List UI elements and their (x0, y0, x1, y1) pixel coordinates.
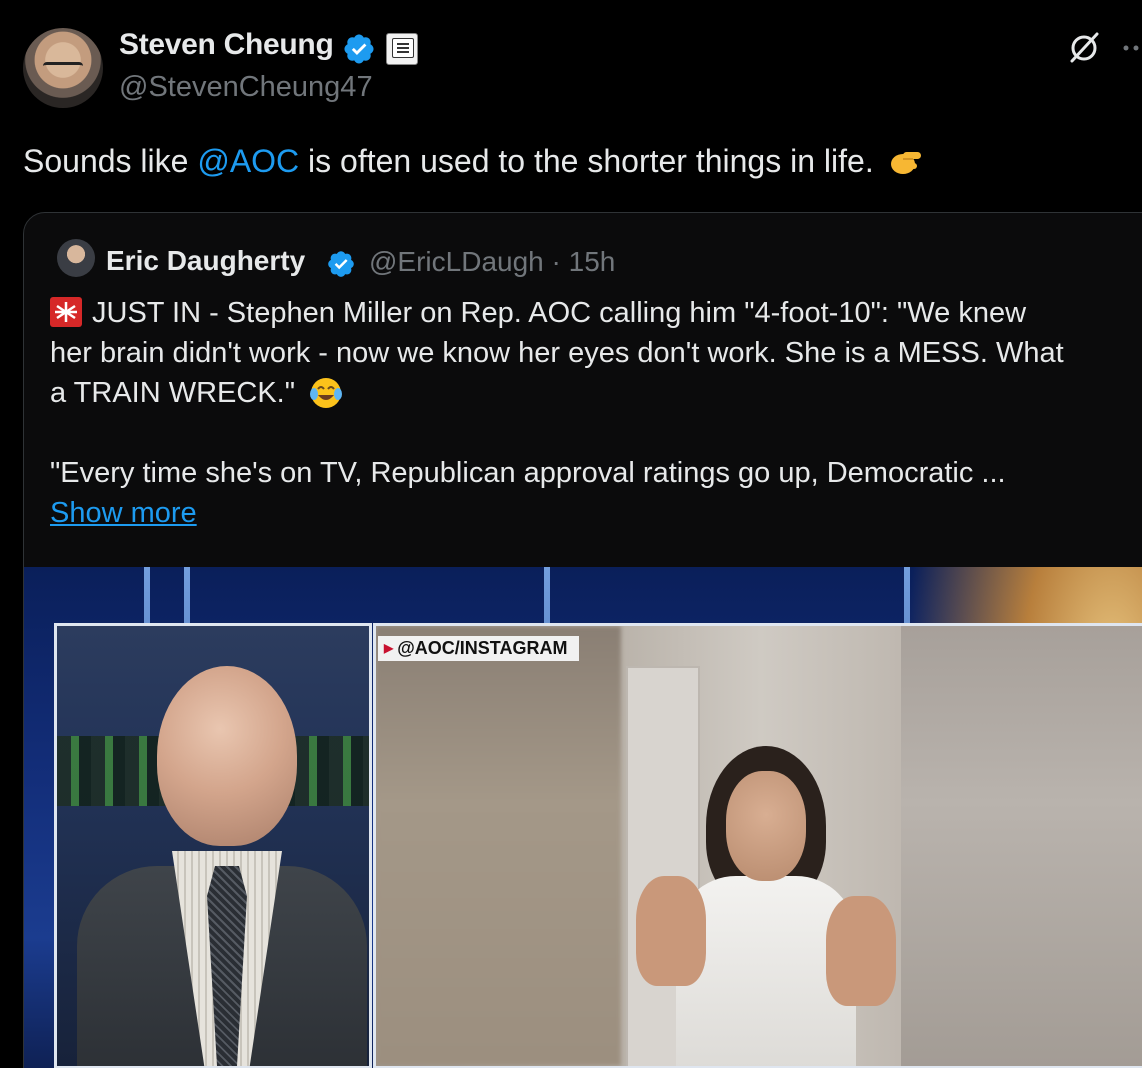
seal-icon (392, 38, 414, 58)
video-panel-right: ▶ @AOC/INSTAGRAM (373, 623, 1142, 1068)
meta-separator: · (551, 246, 561, 277)
show-more-link[interactable]: Show more (50, 497, 197, 529)
show-more-row: Show more (50, 493, 1130, 533)
tweet-text-before: Sounds like (23, 143, 198, 179)
speaker-head (157, 666, 297, 846)
quoted-video-media[interactable]: ▶ @AOC/INSTAGRAM (24, 567, 1142, 1068)
quoted-timestamp[interactable]: 15h (569, 246, 616, 277)
pinching-hand-icon (890, 152, 921, 174)
face (726, 771, 806, 881)
quoted-author-avatar[interactable] (57, 239, 95, 277)
grok-icon[interactable] (1066, 30, 1102, 66)
quoted-text-line-1: JUST IN - Stephen Miller on Rep. AOC cal… (92, 297, 1027, 329)
chyron-text: @AOC/INSTAGRAM (397, 638, 568, 658)
video-panel-left (54, 623, 372, 1068)
quoted-line-3: a TRAIN WRECK." (50, 373, 1130, 413)
author-name[interactable]: Steven Cheung (119, 28, 334, 62)
police-siren-icon (50, 297, 82, 327)
raised-hand-right (826, 896, 896, 1006)
quoted-line-1: JUST IN - Stephen Miller on Rep. AOC cal… (50, 293, 1130, 333)
blurred-side-right (901, 626, 1142, 1066)
speaker-figure (636, 746, 896, 1066)
more-options-icon[interactable] (1120, 30, 1142, 66)
author-avatar[interactable] (23, 28, 103, 108)
video-chyron: ▶ @AOC/INSTAGRAM (378, 636, 580, 661)
white-house-affiliate-icon[interactable] (386, 33, 418, 65)
play-triangle-icon: ▶ (384, 641, 394, 655)
verified-badge-icon[interactable] (342, 32, 376, 66)
quoted-author-handle[interactable]: @EricLDaugh (369, 246, 544, 277)
avatar-glasses (43, 62, 83, 75)
tweet-text-after: is often used to the shorter things in l… (299, 143, 874, 179)
tears-of-joy-icon (310, 378, 343, 408)
quoted-tweet-text: JUST IN - Stephen Miller on Rep. AOC cal… (50, 293, 1130, 533)
author-handle[interactable]: @StevenCheung47 (119, 71, 373, 104)
quoted-text-line-4: "Every time she's on TV, Republican appr… (50, 457, 1006, 489)
quoted-tweet-card[interactable]: Eric Daugherty @EricLDaugh · 15h JUST IN… (23, 212, 1142, 1068)
mention-link[interactable]: @AOC (197, 143, 299, 179)
quoted-text-line-3: a TRAIN WRECK." (50, 377, 296, 409)
blurred-side-left (376, 626, 621, 1066)
quoted-author-name[interactable]: Eric Daugherty (106, 245, 305, 277)
quoted-text-line-2: her brain didn't work - now we know her … (50, 337, 1064, 369)
raised-hand-left (636, 876, 706, 986)
tweet-text: Sounds like @AOC is often used to the sh… (23, 143, 925, 180)
quoted-author-meta: @EricLDaugh · 15h (369, 246, 615, 278)
quoted-verified-badge-icon (328, 251, 354, 277)
